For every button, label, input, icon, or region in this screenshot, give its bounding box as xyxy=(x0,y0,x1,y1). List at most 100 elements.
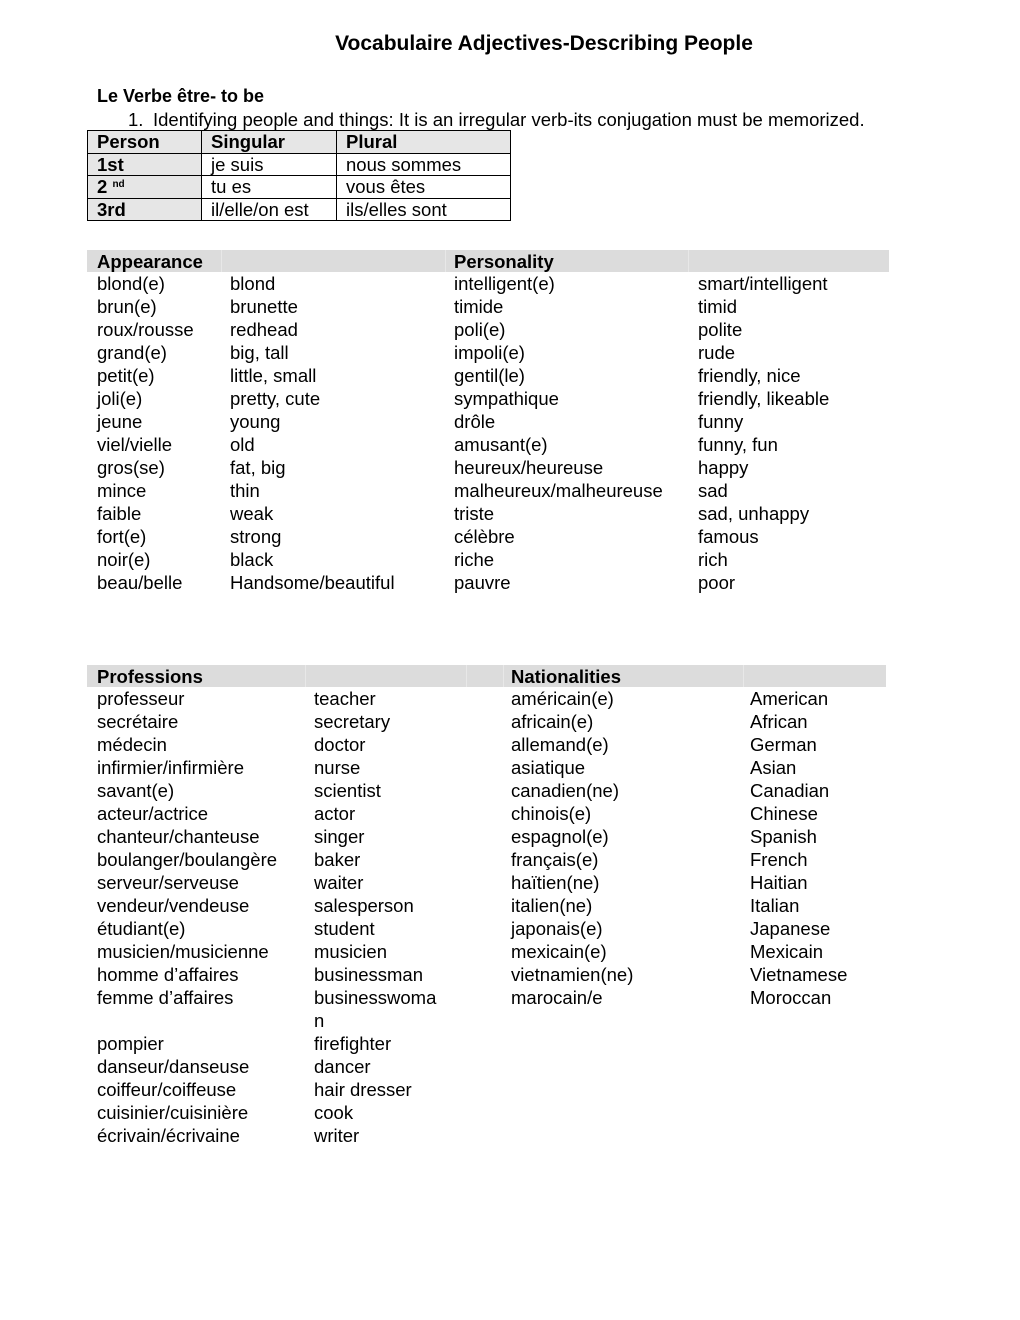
english-meaning: weak xyxy=(230,503,274,524)
english-meaning: Japanese xyxy=(750,918,831,939)
french-term: danseur/danseuse xyxy=(97,1056,250,1077)
english-meaning: blond xyxy=(230,273,276,294)
english-meaning: musicien xyxy=(314,941,387,962)
english-meaning: dancer xyxy=(314,1056,371,1077)
singular-cell: il/elle/on est xyxy=(201,197,337,221)
english-meaning: Moroccan xyxy=(750,987,832,1008)
french-term: musicien/musicienne xyxy=(97,941,269,962)
english-meaning: happy xyxy=(698,457,749,478)
english-meaning: American xyxy=(750,688,829,709)
french-term: amusant(e) xyxy=(454,434,548,455)
english-meaning: doctor xyxy=(314,734,366,755)
french-term: chanteur/chanteuse xyxy=(97,826,260,847)
english-meaning: waiter xyxy=(314,872,364,893)
french-term: pompier xyxy=(97,1033,164,1054)
english-meaning: Spanish xyxy=(750,826,817,847)
french-term: célèbre xyxy=(454,526,515,547)
english-meaning: polite xyxy=(698,319,743,340)
header-column-divider xyxy=(688,250,689,272)
french-term: gentil(le) xyxy=(454,365,525,386)
french-term: haïtien(ne) xyxy=(511,872,600,893)
english-meaning: rich xyxy=(698,549,728,570)
french-term: brun(e) xyxy=(97,296,157,317)
header-column-divider xyxy=(743,665,744,687)
english-meaning: friendly, likeable xyxy=(698,388,830,409)
french-term: écrivain/écrivaine xyxy=(97,1125,240,1146)
english-meaning: cook xyxy=(314,1102,354,1123)
header-column-divider xyxy=(503,665,504,687)
english-meaning: businesswoma xyxy=(314,987,437,1008)
english-meaning: German xyxy=(750,734,817,755)
english-meaning: Mexicain xyxy=(750,941,823,962)
french-term: fort(e) xyxy=(97,526,147,547)
person-cell: 2 nd xyxy=(87,175,202,199)
plural-cell: vous êtes xyxy=(336,175,511,199)
english-meaning: nurse xyxy=(314,757,361,778)
french-term: timide xyxy=(454,296,504,317)
english-meaning: Haitian xyxy=(750,872,808,893)
person-label: 1st xyxy=(97,153,124,175)
french-term: viel/vielle xyxy=(97,434,173,455)
english-meaning: smart/intelligent xyxy=(698,273,828,294)
french-term: cuisinier/cuisinière xyxy=(97,1102,249,1123)
english-meaning: singer xyxy=(314,826,365,847)
french-term: marocain/e xyxy=(511,987,603,1008)
verb-section-heading: Le Verbe être- to be xyxy=(97,86,265,106)
english-meaning: thin xyxy=(230,480,260,501)
french-term: américain(e) xyxy=(511,688,614,709)
english-meaning: firefighter xyxy=(314,1033,392,1054)
verb-note: 1. Identifying people and things: It is a… xyxy=(128,109,865,131)
french-term: pauvre xyxy=(454,572,511,593)
plural-cell: nous sommes xyxy=(336,152,511,176)
section-header-label: Personality xyxy=(454,251,554,272)
english-meaning: strong xyxy=(230,526,282,547)
french-term: acteur/actrice xyxy=(97,803,209,824)
english-meaning: baker xyxy=(314,849,361,870)
section-header-label: Professions xyxy=(97,666,203,687)
english-meaning: fat, big xyxy=(230,457,286,478)
english-meaning: funny xyxy=(698,411,744,432)
conjugation-row: 3rd il/elle/on est ils/elles sont xyxy=(87,197,511,221)
french-term: médecin xyxy=(97,734,167,755)
english-meaning: hair dresser xyxy=(314,1079,412,1100)
english-meaning: student xyxy=(314,918,375,939)
french-term: mexicain(e) xyxy=(511,941,607,962)
english-meaning: old xyxy=(230,434,255,455)
french-term: allemand(e) xyxy=(511,734,609,755)
french-term: infirmier/infirmière xyxy=(97,757,244,778)
person-cell: 1st xyxy=(87,152,202,176)
conjugation-row: 1st je suis nous sommes xyxy=(87,152,511,176)
english-meaning: salesperson xyxy=(314,895,414,916)
english-meaning: redhead xyxy=(230,319,298,340)
english-meaning: sad, unhappy xyxy=(698,503,810,524)
french-term: femme d’affaires xyxy=(97,987,234,1008)
conjugation-row: 2 nd tu es vous êtes xyxy=(87,175,511,199)
document-title: Vocabulaire Adjectives-Describing People xyxy=(335,32,753,55)
english-meaning: Italian xyxy=(750,895,800,916)
conjugation-table: Person Singular Plural 1st je suis nous … xyxy=(87,130,511,221)
verb-note-text: Identifying people and things: It is an … xyxy=(153,109,865,130)
english-meaning: funny, fun xyxy=(698,434,778,455)
english-meaning: little, small xyxy=(230,365,317,386)
french-term: français(e) xyxy=(511,849,599,870)
section-header-band xyxy=(87,665,886,687)
french-term: boulanger/boulangère xyxy=(97,849,278,870)
header-column-divider xyxy=(305,665,306,687)
list-number: 1. xyxy=(128,109,144,130)
french-term: professeur xyxy=(97,688,185,709)
french-term: chinois(e) xyxy=(511,803,592,824)
english-meaning: Vietnamese xyxy=(750,964,848,985)
french-term: joli(e) xyxy=(97,388,143,409)
english-meaning: sad xyxy=(698,480,728,501)
english-meaning: Canadian xyxy=(750,780,830,801)
french-term: espagnol(e) xyxy=(511,826,609,847)
english-meaning: pretty, cute xyxy=(230,388,321,409)
english-meaning: black xyxy=(230,549,274,570)
french-term: roux/rousse xyxy=(97,319,194,340)
english-meaning: Handsome/beautiful xyxy=(230,572,395,593)
person-suffix: nd xyxy=(112,179,125,191)
french-term: savant(e) xyxy=(97,780,175,801)
french-term: africain(e) xyxy=(511,711,594,732)
english-meaning: famous xyxy=(698,526,759,547)
english-meaning: actor xyxy=(314,803,356,824)
